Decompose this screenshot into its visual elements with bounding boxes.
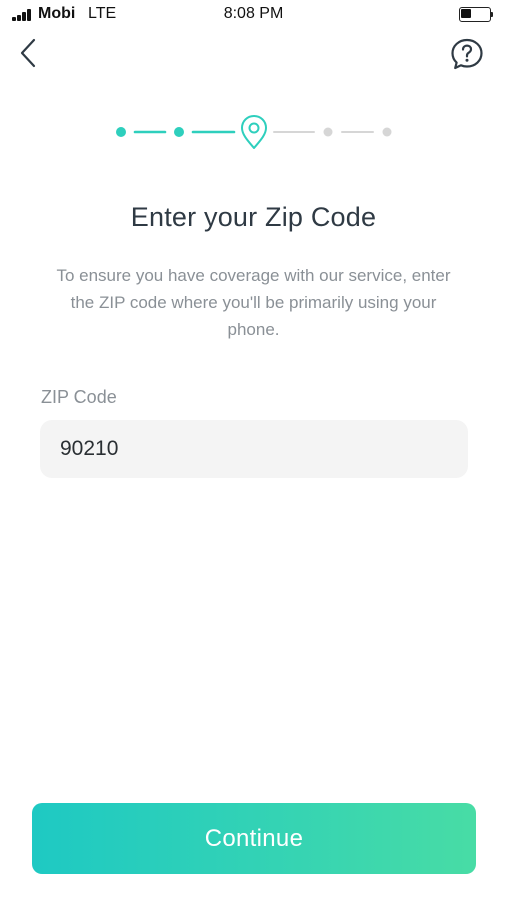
continue-button[interactable]: Continue bbox=[32, 803, 476, 874]
question-bubble-icon bbox=[451, 38, 483, 70]
step-dot-4 bbox=[323, 127, 333, 137]
step-dot-2 bbox=[174, 127, 184, 137]
battery-icon bbox=[459, 7, 495, 22]
help-button[interactable] bbox=[449, 36, 485, 72]
step-dot-5 bbox=[382, 127, 392, 137]
status-time: 8:08 PM bbox=[223, 5, 284, 22]
back-button[interactable] bbox=[10, 32, 46, 74]
progress-stepper bbox=[116, 115, 392, 149]
step-dot-1 bbox=[116, 127, 126, 137]
chevron-left-icon bbox=[20, 38, 36, 68]
status-bar: Mobi LTE 8:08 PM bbox=[0, 0, 507, 30]
page-title: Enter your Zip Code bbox=[130, 202, 377, 232]
battery-level-fill bbox=[461, 9, 471, 18]
page-subtitle: To ensure you have coverage with our ser… bbox=[56, 266, 451, 339]
zip-code-screen: Mobi LTE 8:08 PM Enter your Zip Code To … bbox=[0, 0, 507, 900]
location-pin-icon bbox=[241, 115, 267, 149]
zip-code-label: ZIP Code bbox=[41, 387, 117, 407]
zip-code-input[interactable] bbox=[40, 420, 468, 478]
